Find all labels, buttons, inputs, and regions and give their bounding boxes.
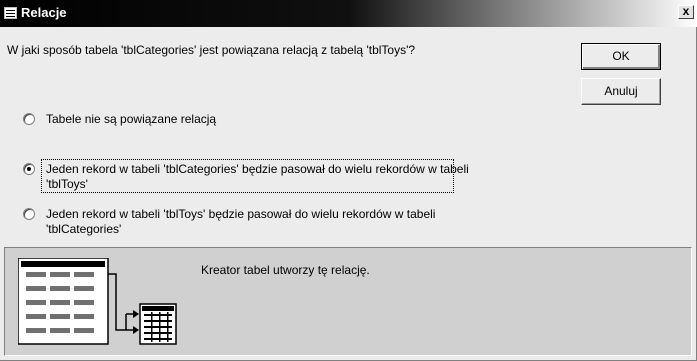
relationships-dialog: Relacje x W jaki sposób tabela 'tblCateg… [0, 0, 697, 361]
window-title: Relacje [21, 5, 67, 20]
ok-button[interactable]: OK [581, 43, 661, 70]
option-label: Jeden rekord w tabeli 'tblCategories' bę… [46, 162, 469, 191]
radio-button[interactable] [23, 208, 35, 220]
wizard-info-text: Kreator tabel utworzy tę relację. [201, 263, 370, 277]
radio-button[interactable] [23, 113, 35, 125]
option-label: Tabele nie są powiązane relacją [46, 112, 217, 126]
title-bar: Relacje x [0, 0, 697, 27]
radio-button[interactable] [23, 163, 35, 175]
option-label: Jeden rekord w tabeli 'tblToys' będzie p… [46, 207, 436, 236]
cancel-button[interactable]: Anuluj [581, 78, 661, 105]
one-to-many-relationship-icon [18, 258, 177, 345]
close-button[interactable]: x [678, 5, 694, 19]
relationship-question: W jaki sposób tabela 'tblCategories' jes… [7, 43, 416, 57]
form-icon [4, 7, 17, 19]
